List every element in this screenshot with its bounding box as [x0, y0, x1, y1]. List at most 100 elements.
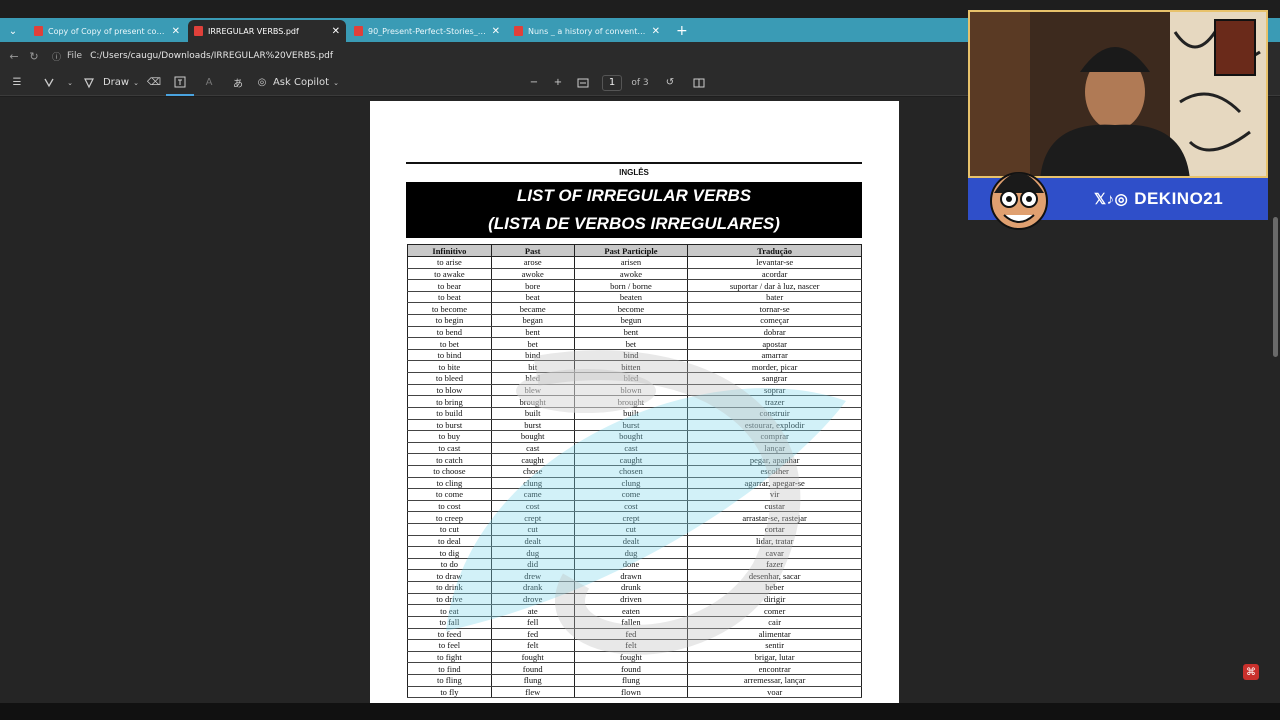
draw-icon[interactable]	[76, 70, 102, 96]
text-box-icon[interactable]	[166, 70, 194, 96]
table-row: to feel felt felt sentir	[407, 639, 862, 652]
table-row: to buy bought bought comprar	[407, 430, 862, 443]
address-url[interactable]: C:/Users/caugu/Downloads/IRREGULAR%20VER…	[90, 51, 333, 61]
chevron-down-icon[interactable]: ⌄	[330, 70, 342, 96]
table-row: to creep crept crept arrastar-se, rastejar	[407, 511, 862, 524]
table-row: to bear bore born / borne suportar / dar à …	[407, 279, 862, 292]
refresh-icon[interactable]: ↻	[24, 50, 44, 63]
table-cell: to build	[407, 407, 492, 420]
scrollbar-thumb[interactable]	[1273, 217, 1278, 357]
acrobat-icon[interactable]: ⌘	[1243, 664, 1259, 680]
close-tab-icon[interactable]: ✕	[332, 26, 340, 37]
rotate-icon[interactable]: ↺	[658, 70, 682, 96]
close-tab-icon[interactable]: ✕	[172, 26, 180, 37]
table-row: to bind bind bind amarrar	[407, 349, 862, 362]
table-row: to bet bet bet apostar	[407, 337, 862, 350]
table-cell: begun	[573, 314, 689, 327]
pdf-icon	[34, 26, 43, 36]
copilot-icon[interactable]: ◎	[252, 70, 272, 96]
table-cell: fought	[490, 651, 575, 664]
table-cell: to fall	[407, 616, 492, 629]
table-cell: bled	[490, 372, 575, 385]
table-cell: bought	[490, 430, 575, 443]
table-cell: cast	[573, 442, 689, 455]
table-cell: bind	[573, 349, 689, 362]
site-info-icon[interactable]: ⓘ	[52, 50, 61, 63]
table-cell: to cost	[407, 500, 492, 513]
pdf-icon	[194, 26, 203, 36]
table-cell: became	[490, 302, 575, 316]
webcam-image	[970, 12, 1266, 176]
table-cell: trazer	[687, 395, 862, 408]
table-cell: to burst	[407, 419, 492, 432]
table-cell: dirigir	[687, 593, 862, 606]
table-row: to burst burst burst estourar, explodir	[407, 419, 862, 432]
chevron-down-icon[interactable]: ⌄	[130, 70, 142, 96]
fit-page-icon[interactable]	[570, 70, 596, 96]
table-cell: came	[490, 488, 575, 501]
table-cell: burst	[490, 419, 575, 432]
tab-actions-icon[interactable]: ⌄	[0, 20, 26, 42]
table-cell: bet	[490, 337, 575, 350]
contents-icon[interactable]: ☰	[0, 70, 34, 96]
close-tab-icon[interactable]: ✕	[652, 26, 660, 37]
zoom-in-button[interactable]: +	[546, 70, 570, 96]
translate-icon[interactable]: あ	[224, 70, 252, 96]
table-cell: to dig	[407, 546, 492, 559]
ask-copilot-button[interactable]: Ask Copilot	[272, 70, 330, 96]
table-cell: voar	[687, 686, 862, 699]
table-cell: to catch	[407, 453, 492, 466]
draw-button[interactable]: Draw	[102, 70, 130, 96]
social-icons: 𝕏♪◎	[1094, 191, 1129, 208]
tab-0[interactable]: Copy of Copy of present continuo ✕	[28, 20, 186, 42]
table-cell: lidar, tratar	[687, 535, 862, 548]
close-tab-icon[interactable]: ✕	[492, 26, 500, 37]
tab-2[interactable]: 90_Present-Perfect-Stories_US_St ✕	[348, 20, 506, 42]
table-cell: suportar / dar à luz, nascer	[687, 279, 862, 292]
table-row: to bleed bled bled sangrar	[407, 372, 862, 385]
table-cell: clung	[573, 477, 689, 490]
cartoon-avatar-icon	[990, 172, 1048, 230]
table-cell: to fight	[407, 651, 492, 664]
table-cell: dobrar	[687, 326, 862, 339]
table-cell: tornar-se	[687, 302, 862, 316]
table-row: to cling clung clung agarrar, apegar-se	[407, 477, 862, 490]
back-icon[interactable]: ←	[4, 50, 24, 63]
zoom-out-button[interactable]: −	[522, 70, 546, 96]
table-cell: burst	[573, 419, 689, 432]
table-cell: cost	[573, 500, 689, 513]
highlight-icon[interactable]	[34, 70, 64, 96]
table-row: to drive drove driven dirigir	[407, 593, 862, 606]
table-cell: bind	[490, 349, 575, 362]
table-cell: comer	[687, 604, 862, 617]
tab-title: IRREGULAR VERBS.pdf	[208, 26, 299, 36]
table-row: to fight fought fought brigar, lutar	[407, 651, 862, 664]
table-row: to choose chose chosen escolher	[407, 465, 862, 478]
table-cell: arose	[490, 256, 575, 269]
chevron-down-icon[interactable]: ⌄	[64, 70, 76, 96]
erase-icon[interactable]: ⌫	[142, 70, 166, 96]
table-row: to bring brought brought trazer	[407, 395, 862, 408]
pdf-icon	[514, 26, 523, 36]
tab-1[interactable]: IRREGULAR VERBS.pdf ✕	[188, 20, 346, 42]
page-view-icon[interactable]	[682, 70, 716, 96]
table-cell: to creep	[407, 511, 492, 524]
table-cell: to bet	[407, 337, 492, 350]
webcam-overlay	[968, 10, 1268, 178]
tab-3[interactable]: Nuns _ a history of convent life, 14 ✕	[508, 20, 666, 42]
tab-title: 90_Present-Perfect-Stories_US_St	[368, 26, 487, 36]
read-aloud-icon[interactable]: A	[194, 70, 224, 96]
page-number-input[interactable]: 1	[602, 74, 622, 91]
table-cell: eaten	[573, 604, 689, 617]
table-cell: apostar	[687, 337, 862, 350]
table-cell: pegar, apanhar	[687, 453, 862, 466]
table-cell: dealt	[573, 535, 689, 548]
column-header: Past	[490, 244, 575, 257]
table-cell: beber	[687, 581, 862, 594]
table-row: to cost cost cost custar	[407, 500, 862, 513]
table-cell: felt	[573, 639, 689, 652]
table-cell: bater	[687, 291, 862, 304]
scrollbar[interactable]	[1270, 97, 1280, 703]
new-tab-icon[interactable]: +	[676, 20, 688, 42]
table-cell: brigar, lutar	[687, 651, 862, 664]
